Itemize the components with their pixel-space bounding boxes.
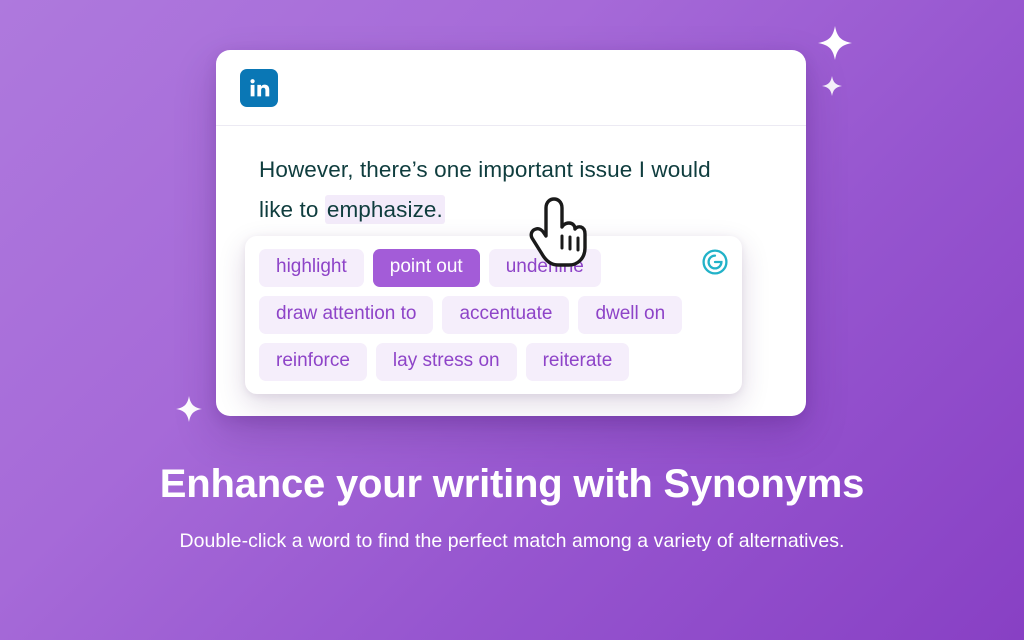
highlighted-word[interactable]: emphasize. (324, 195, 445, 224)
page-subtitle: Double-click a word to find the perfect … (179, 530, 845, 552)
synonym-row: reinforce lay stress on reiterate (259, 342, 730, 381)
document-text: However, there’s one important issue I w… (259, 150, 729, 230)
card-header (216, 50, 806, 126)
caption-block: Enhance your writing with Synonyms Doubl… (0, 460, 1024, 553)
synonym-chip-lay-stress-on[interactable]: lay stress on (375, 342, 517, 381)
synonym-chip-accentuate[interactable]: accentuate (442, 295, 570, 334)
synonym-chip-dwell-on[interactable]: dwell on (578, 295, 683, 334)
synonym-chip-point-out[interactable]: point out (372, 249, 480, 287)
synonym-row: highlight point out underline (259, 249, 730, 287)
grammarly-icon[interactable] (702, 249, 728, 275)
synonym-chip-draw-attention-to[interactable]: draw attention to (259, 295, 434, 334)
synonym-chip-highlight[interactable]: highlight (259, 249, 364, 287)
synonyms-popup: highlight point out underline draw atten… (245, 236, 742, 394)
page-title: Enhance your writing with Synonyms (159, 462, 865, 506)
sparkle-icon (822, 76, 842, 96)
card-body: However, there’s one important issue I w… (216, 126, 806, 230)
sparkle-icon (176, 396, 202, 422)
synonym-row: draw attention to accentuate dwell on (259, 295, 730, 334)
sparkle-icon (818, 26, 852, 60)
linkedin-icon (240, 68, 278, 107)
synonym-chip-underline[interactable]: underline (488, 249, 601, 287)
synonym-chip-reinforce[interactable]: reinforce (259, 342, 367, 381)
synonym-chip-reiterate[interactable]: reiterate (525, 342, 630, 381)
